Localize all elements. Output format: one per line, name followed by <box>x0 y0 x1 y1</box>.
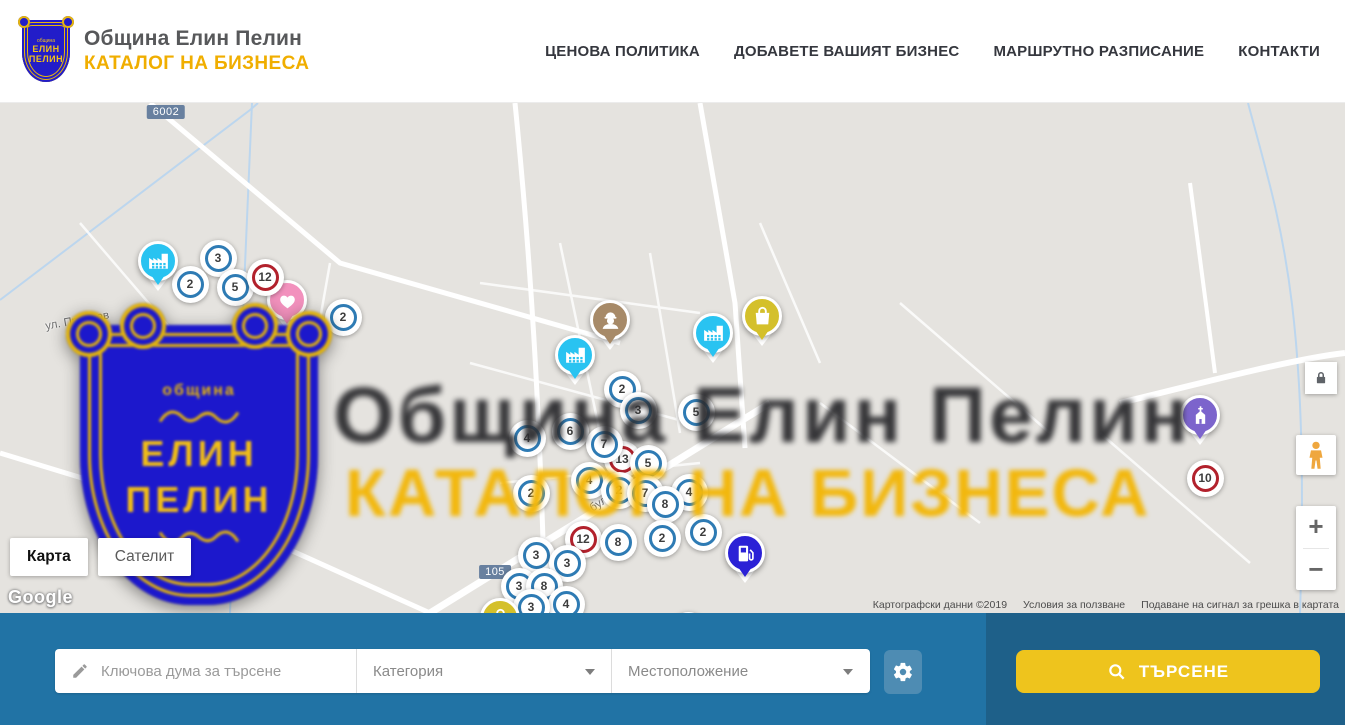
cluster-count: 5 <box>683 399 710 426</box>
map-type-satellite-button[interactable]: Сателит <box>98 538 191 576</box>
attribution-item-0: Картографски данни ©2019 <box>873 599 1007 611</box>
cluster-count: 3 <box>523 542 550 569</box>
map-type-control: Карта Сателит <box>10 538 191 576</box>
header: община ЕЛИН ПЕЛИН Община Елин Пелин КАТА… <box>0 0 1345 103</box>
pencil-icon <box>71 662 89 680</box>
advanced-settings-button[interactable] <box>884 650 922 694</box>
gear-icon <box>892 661 914 683</box>
pegman-icon <box>1305 440 1327 470</box>
search-fields: Категория Местоположение <box>55 649 870 693</box>
cluster-count: 4 <box>514 425 541 452</box>
cluster-marker[interactable]: 8 <box>600 524 637 561</box>
bag-pin[interactable] <box>742 296 782 336</box>
cluster-count: 4 <box>576 467 603 494</box>
map-type-map-button[interactable]: Карта <box>10 538 88 576</box>
cluster-marker[interactable]: 7 <box>586 426 623 463</box>
chevron-down-icon <box>585 669 595 675</box>
search-button[interactable]: ТЪРСЕНЕ <box>1016 650 1320 693</box>
category-placeholder: Категория <box>373 663 443 680</box>
factory-pin[interactable] <box>555 335 595 375</box>
cluster-count: 2 <box>177 271 204 298</box>
emblem-line1: ЕЛИН <box>32 44 59 54</box>
cluster-marker[interactable]: 2 <box>325 299 362 336</box>
cluster-count: 12 <box>252 264 279 291</box>
cluster-count: 6 <box>557 418 584 445</box>
category-select[interactable]: Категория <box>357 649 612 693</box>
search-button-label: ТЪРСЕНЕ <box>1139 662 1229 682</box>
cluster-count: 8 <box>652 491 679 518</box>
cluster-count: 2 <box>518 480 545 507</box>
cluster-count: 7 <box>591 431 618 458</box>
keyword-input[interactable] <box>101 663 341 680</box>
factory-pin[interactable] <box>693 313 733 353</box>
zoom-out-button[interactable]: − <box>1296 549 1336 591</box>
markers-layer: 32512223564137542274812822333843510 <box>0 103 1345 613</box>
street-view-lock-button[interactable] <box>1305 362 1337 394</box>
main-nav: ЦЕНОВА ПОЛИТИКА ДОБАВЕТЕ ВАШИЯТ БИЗНЕС МАР… <box>545 0 1320 103</box>
lock-icon <box>1312 369 1330 387</box>
cluster-marker[interactable]: 2 <box>644 520 681 557</box>
factory-pin[interactable] <box>138 241 178 281</box>
map-canvas[interactable]: 6002105ул. Преславбул. „Новосел 32512223… <box>0 103 1345 613</box>
cluster-count: 2 <box>330 304 357 331</box>
cluster-marker[interactable]: 3 <box>620 392 657 429</box>
nav-link-1[interactable]: ДОБАВЕТЕ ВАШИЯТ БИЗНЕС <box>734 43 959 60</box>
search-bar: Категория Местоположение ТЪРСЕНЕ <box>0 613 1345 725</box>
zoom-in-button[interactable]: + <box>1296 506 1336 548</box>
cluster-count: 5 <box>222 274 249 301</box>
cluster-marker[interactable]: 6 <box>552 413 589 450</box>
cluster-count: 10 <box>1192 465 1219 492</box>
pegman-control[interactable] <box>1296 435 1336 475</box>
cluster-marker[interactable]: 2 <box>685 514 722 551</box>
brand-logo[interactable]: община ЕЛИН ПЕЛИН Община Елин Пелин КАТА… <box>22 20 309 82</box>
municipality-emblem-icon: община ЕЛИН ПЕЛИН <box>22 20 70 82</box>
location-select[interactable]: Местоположение <box>612 649 869 693</box>
search-icon <box>1107 662 1127 682</box>
cluster-count: 2 <box>649 525 676 552</box>
cluster-count: 3 <box>205 245 232 272</box>
attribution-item-2[interactable]: Подаване на сигнал за грешка в картата <box>1141 599 1339 611</box>
fuel-pin[interactable] <box>725 533 765 573</box>
cluster-marker[interactable]: 5 <box>678 394 715 431</box>
cluster-count: 5 <box>635 450 662 477</box>
cluster-marker[interactable]: 10 <box>1187 460 1224 497</box>
worker-pin[interactable] <box>590 300 630 340</box>
cluster-count: 3 <box>518 594 545 614</box>
nav-link-2[interactable]: МАРШРУТНО РАЗПИСАНИЕ <box>993 43 1204 60</box>
google-logo[interactable]: Google <box>8 587 73 608</box>
cluster-marker[interactable]: 12 <box>247 259 284 296</box>
cluster-marker[interactable]: 8 <box>647 486 684 523</box>
church-pin[interactable] <box>1180 395 1220 435</box>
chevron-down-icon <box>843 669 853 675</box>
site-subtitle: КАТАЛОГ НА БИЗНЕСА <box>84 53 309 75</box>
emblem-line2: ПЕЛИН <box>29 54 63 64</box>
location-placeholder: Местоположение <box>628 663 748 680</box>
zoom-control: + − <box>1296 506 1336 590</box>
cluster-marker[interactable]: 2 <box>172 266 209 303</box>
cluster-count: 2 <box>690 519 717 546</box>
cluster-count: 8 <box>605 529 632 556</box>
cluster-marker[interactable]: 2 <box>513 475 550 512</box>
keyword-field[interactable] <box>55 649 357 693</box>
cluster-marker[interactable]: 4 <box>509 420 546 457</box>
nav-link-3[interactable]: КОНТАКТИ <box>1238 43 1320 60</box>
cluster-count: 3 <box>625 397 652 424</box>
cluster-count: 4 <box>553 591 580 614</box>
nav-link-0[interactable]: ЦЕНОВА ПОЛИТИКА <box>545 43 700 60</box>
attribution-item-1[interactable]: Условия за ползване <box>1023 599 1125 611</box>
site-title: Община Елин Пелин <box>84 27 309 51</box>
brand-text: Община Елин Пелин КАТАЛОГ НА БИЗНЕСА <box>84 27 309 75</box>
page: община ЕЛИН ПЕЛИН Община Елин Пелин КАТА… <box>0 0 1345 725</box>
map-attribution: Картографски данни ©2019 Условия за ползв… <box>873 599 1339 611</box>
